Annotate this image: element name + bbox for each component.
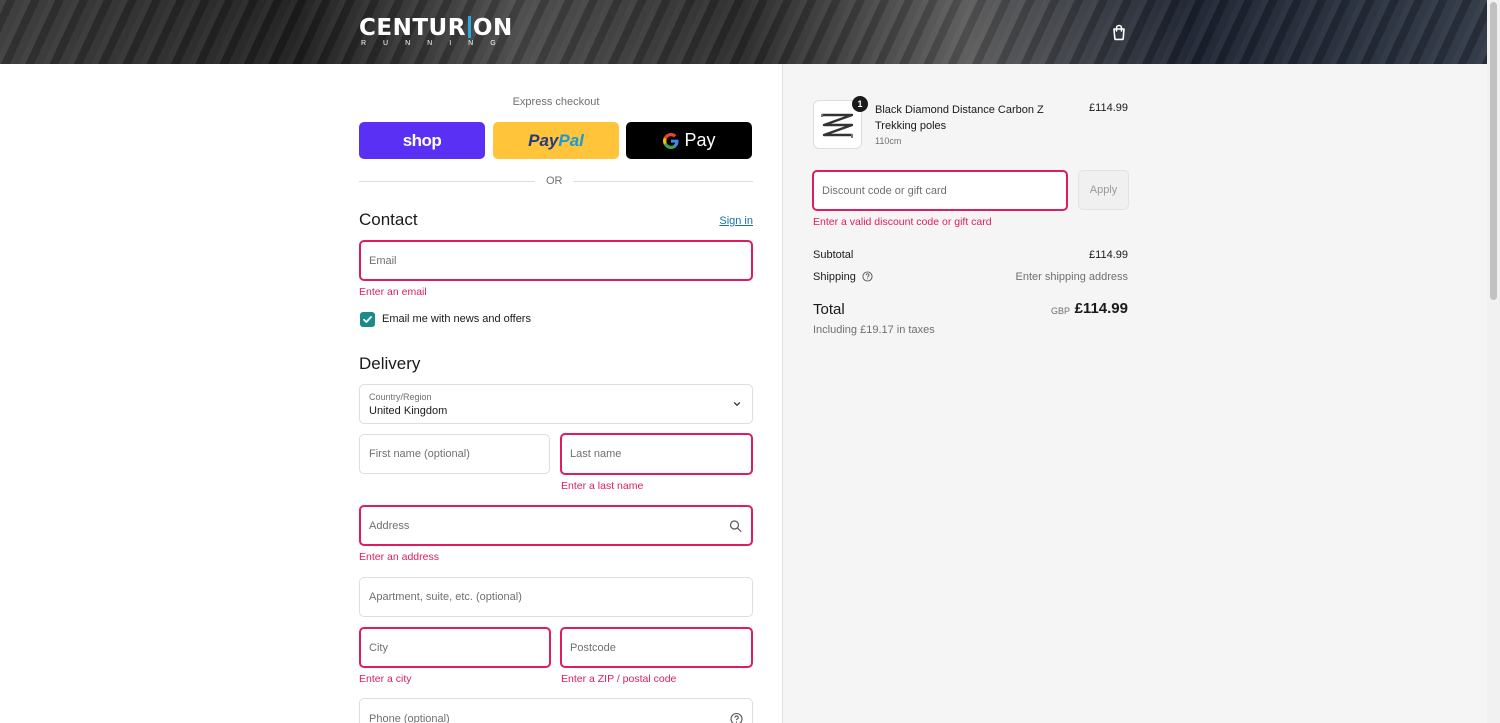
search-icon: [729, 519, 742, 532]
logo-subtext: RUNNING: [361, 40, 513, 47]
total-value: £114.99: [1074, 300, 1128, 317]
shipping-help-icon[interactable]: [862, 271, 873, 282]
first-name-field[interactable]: First name (optional): [359, 434, 550, 474]
site-header: CENTUR ON RUNNING: [0, 0, 1487, 64]
order-summary: 1 Black Diamond Distance Carbon Z Trekki…: [782, 64, 1487, 723]
email-field[interactable]: Email: [359, 240, 753, 281]
phone-field[interactable]: Phone (optional): [359, 698, 753, 723]
or-divider: OR: [359, 175, 753, 187]
city-error: Enter a city: [359, 673, 412, 685]
postcode-placeholder: Postcode: [570, 641, 616, 654]
shop-pay-button[interactable]: shop: [359, 122, 485, 159]
scrollbar-thumb[interactable]: [1490, 2, 1497, 300]
paypal-label: PayPal: [528, 130, 584, 150]
newsletter-checkbox[interactable]: [360, 312, 375, 327]
country-value: United Kingdom: [369, 405, 448, 417]
shipping-label: Shipping: [813, 271, 873, 283]
total-currency: GBP: [1050, 306, 1070, 316]
page-scrollbar[interactable]: [1487, 0, 1500, 723]
city-placeholder: City: [369, 641, 388, 654]
delivery-title: Delivery: [359, 354, 421, 373]
address-field[interactable]: Address: [359, 505, 753, 546]
subtotal-value: £114.99: [1089, 249, 1128, 261]
express-checkout-title: Express checkout: [512, 96, 600, 108]
city-field[interactable]: City: [359, 627, 551, 668]
product-name: Black Diamond Distance Carbon Z Trekking…: [875, 104, 1044, 132]
apartment-placeholder: Apartment, suite, etc. (optional): [369, 591, 522, 603]
product-variant: 110cm: [875, 136, 902, 146]
subtotal-label: Subtotal: [813, 249, 854, 261]
apartment-field[interactable]: Apartment, suite, etc. (optional): [359, 577, 753, 617]
shipping-value: Enter shipping address: [1015, 271, 1128, 283]
google-pay-button[interactable]: Pay: [626, 122, 752, 159]
or-label: OR: [546, 175, 563, 187]
address-placeholder: Address: [369, 519, 410, 532]
shipping-label-text: Shipping: [813, 271, 856, 283]
address-error: Enter an address: [359, 551, 439, 563]
total-label: Total: [813, 301, 845, 318]
shopping-bag-icon[interactable]: [1110, 23, 1128, 41]
contact-title: Contact: [359, 210, 418, 229]
discount-code-input[interactable]: Discount code or gift card: [812, 170, 1068, 211]
country-label: Country/Region: [369, 392, 432, 402]
email-placeholder: Email: [369, 254, 397, 267]
newsletter-label: Email me with news and offers: [382, 313, 531, 325]
checkmark-icon: [363, 316, 372, 323]
help-circle-icon[interactable]: [730, 712, 743, 723]
paypal-button[interactable]: PayPal: [493, 122, 619, 159]
discount-code-placeholder: Discount code or gift card: [822, 184, 947, 197]
postcode-field[interactable]: Postcode: [560, 627, 753, 668]
google-g-icon: [663, 132, 679, 149]
phone-placeholder: Phone (optional): [369, 713, 450, 723]
header-background-image: [0, 0, 1487, 64]
country-select[interactable]: Country/Region United Kingdom: [359, 384, 753, 424]
chevron-down-icon: [733, 402, 741, 406]
centurion-logo[interactable]: CENTUR ON RUNNING: [359, 16, 519, 50]
logo-wordmark: CENTUR ON: [359, 15, 513, 41]
postcode-error: Enter a ZIP / postal code: [561, 673, 677, 685]
last-name-error: Enter a last name: [561, 480, 644, 492]
discount-error: Enter a valid discount code or gift card: [813, 216, 992, 228]
last-name-placeholder: Last name: [570, 448, 622, 460]
email-error: Enter an email: [359, 286, 427, 298]
product-price: £114.99: [1089, 102, 1128, 114]
sign-in-link[interactable]: Sign in: [719, 215, 753, 227]
first-name-placeholder: First name (optional): [369, 448, 470, 460]
shop-pay-label: shop: [402, 130, 442, 150]
quantity-badge: 1: [852, 96, 868, 112]
tax-note: Including £19.17 in taxes: [813, 324, 935, 336]
last-name-field[interactable]: Last name: [560, 433, 753, 475]
google-pay-label: Pay: [662, 130, 716, 151]
apply-discount-button[interactable]: Apply: [1078, 170, 1129, 210]
